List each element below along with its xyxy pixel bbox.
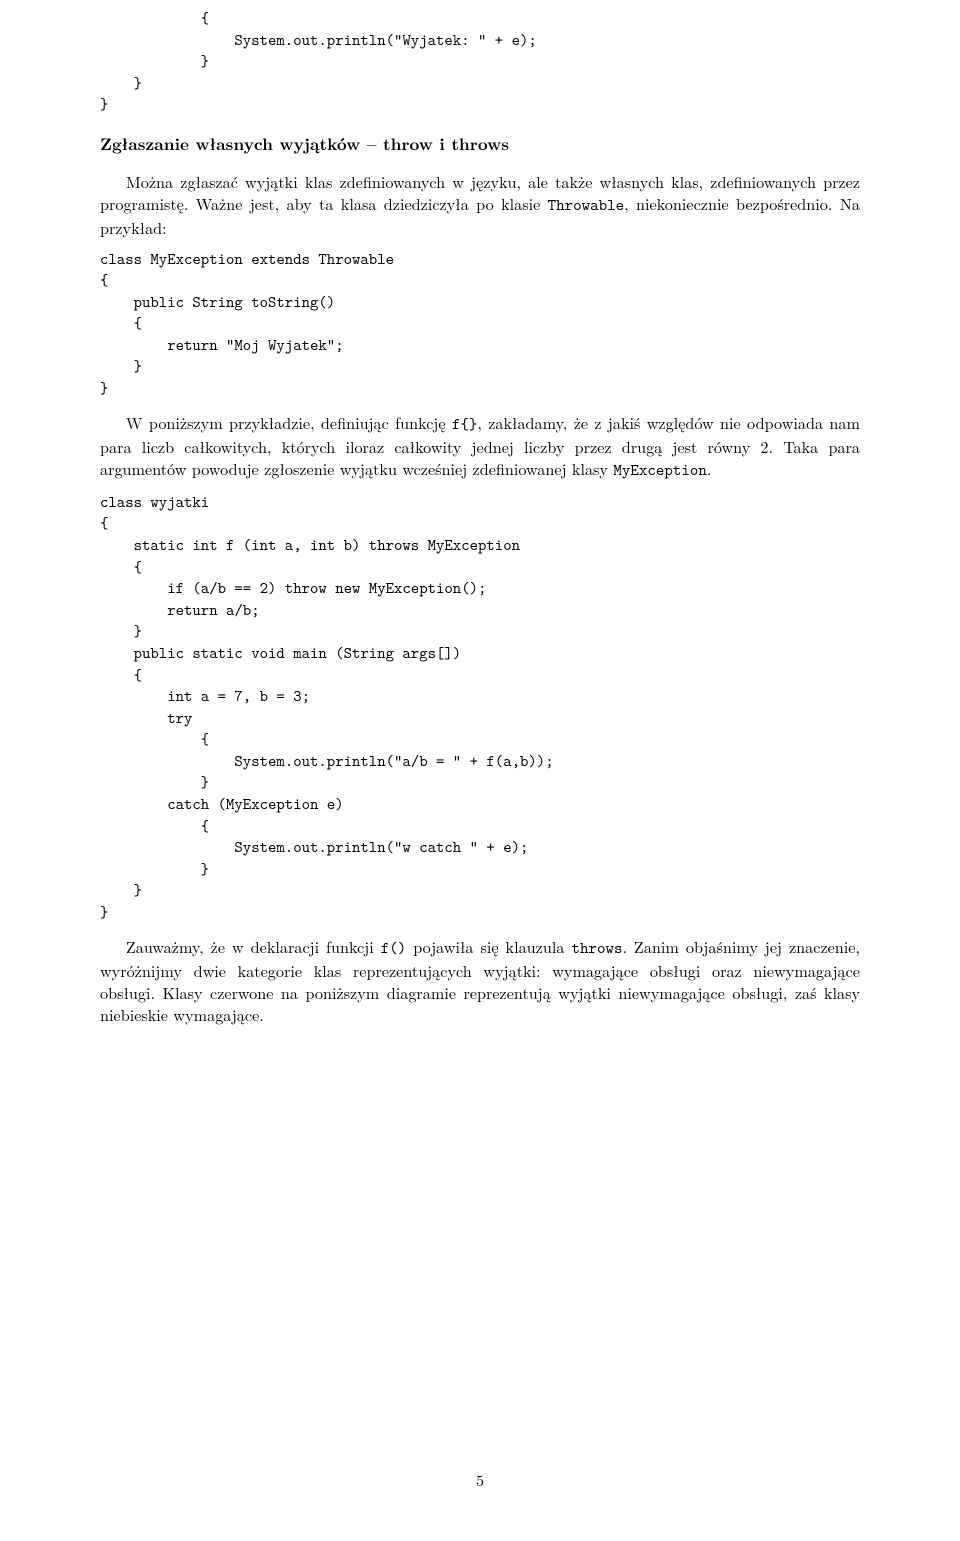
paragraph-3: Zauważmy, że w deklaracji funkcji f() po…	[100, 936, 860, 1025]
paragraph-2: W poniższym przykładzie, definiując funk…	[100, 412, 860, 482]
code-block-2: class MyException extends Throwable { pu…	[100, 249, 860, 400]
section-heading-throws: Zgłaszanie własnych wyjątków – throw i t…	[100, 133, 860, 156]
para2-text-a: W poniższym przykładzie, definiując funk…	[126, 411, 452, 434]
function-f-braces: f{}	[452, 414, 478, 435]
throwable-classname: Throwable	[548, 195, 625, 216]
paragraph-1: Można zgłaszać wyjątki klas zdefiniowany…	[100, 171, 860, 239]
code-block-3: class wyjatki { static int f (int a, int…	[100, 492, 860, 924]
para3-text-a: Zauważmy, że w deklaracji funkcji	[126, 935, 381, 958]
para2-text-c: .	[707, 457, 712, 480]
page-number: 5	[0, 1469, 960, 1491]
document-page: { System.out.println("Wyjatek: " + e); }…	[0, 8, 960, 1541]
function-f-parens: f()	[381, 938, 407, 959]
code-block-1: { System.out.println("Wyjatek: " + e); }…	[100, 8, 860, 116]
para3-text-b: pojawiła się klauzula	[406, 935, 571, 958]
myexception-classname: MyException	[613, 460, 706, 481]
throws-keyword: throws	[571, 938, 622, 959]
